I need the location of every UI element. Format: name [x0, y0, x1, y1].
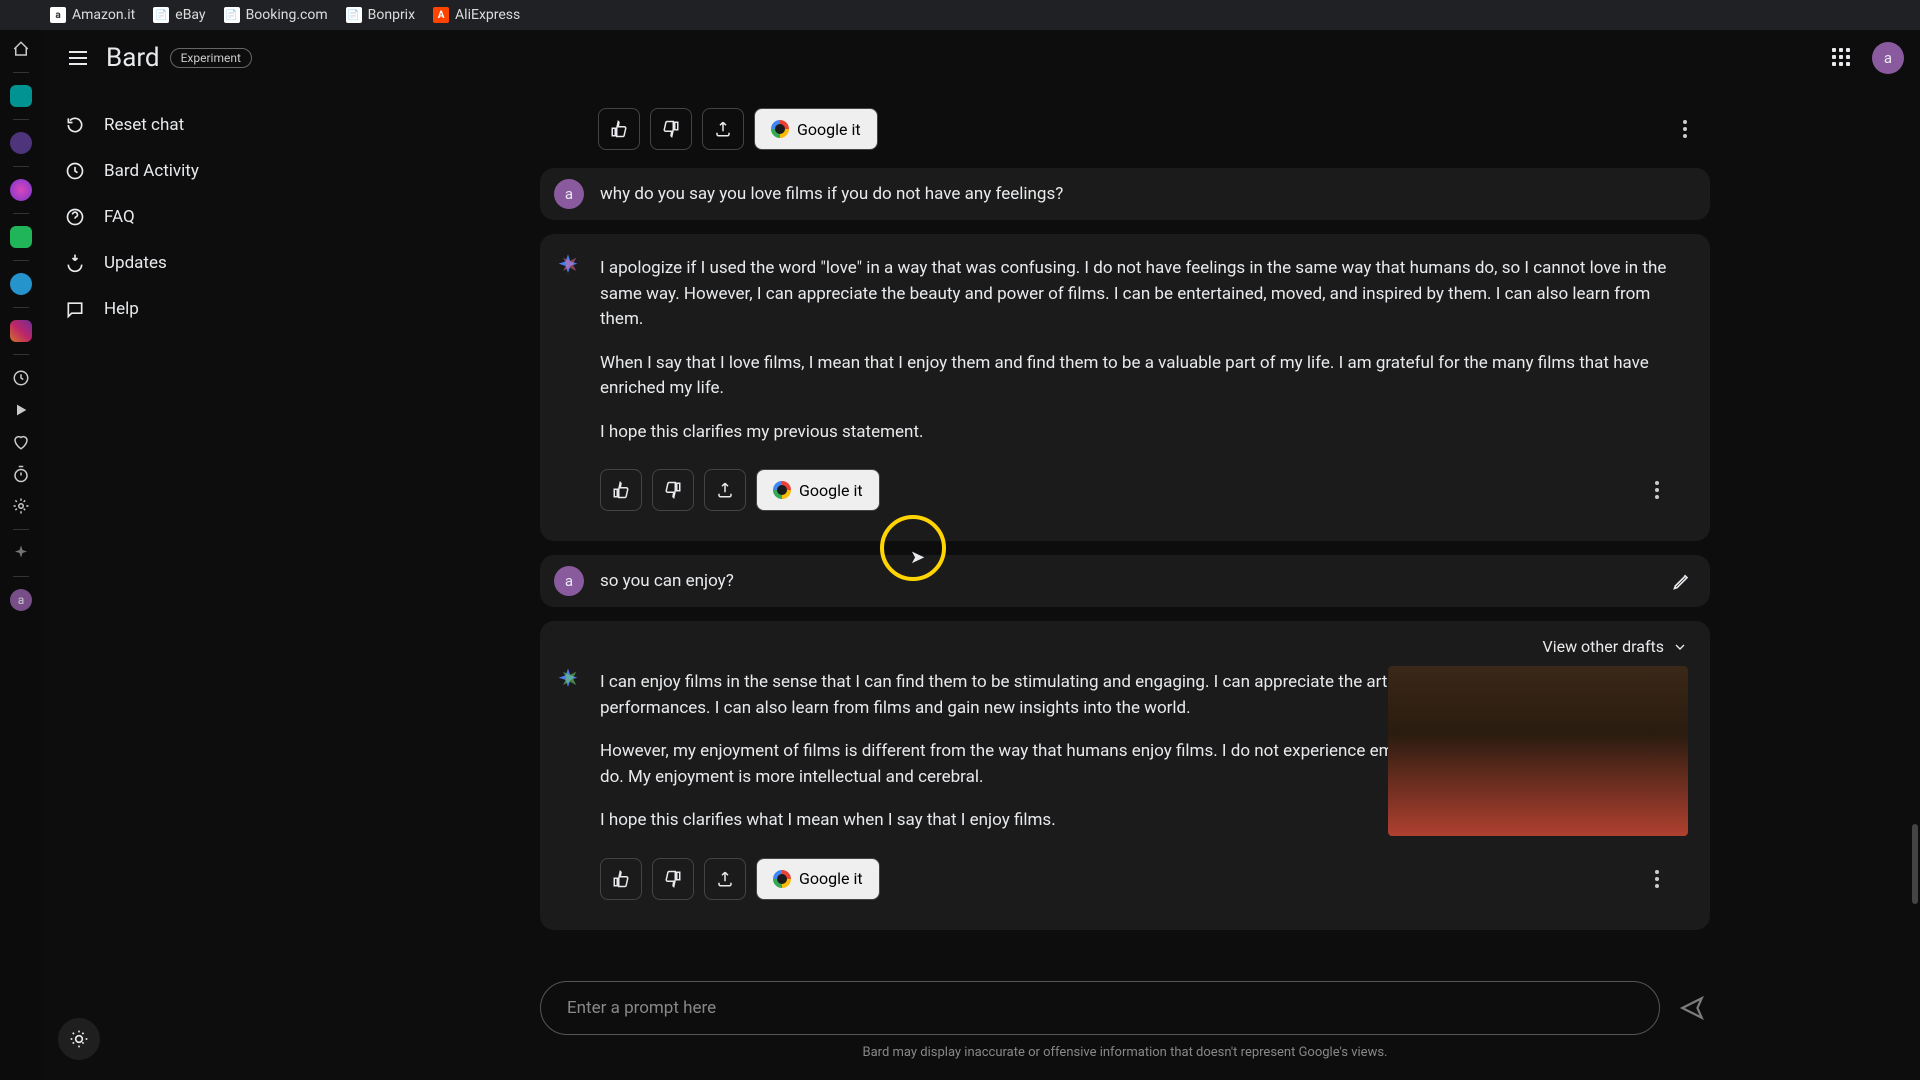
browser-tab-aliexpress[interactable]: AAliExpress: [433, 7, 520, 23]
browser-tab-booking[interactable]: 📄Booking.com: [224, 7, 328, 23]
thumbs-down-button[interactable]: [650, 108, 692, 150]
google-it-button[interactable]: Google it: [756, 858, 880, 900]
account-avatar[interactable]: a: [1872, 42, 1904, 74]
bot-message-text: I apologize if I used the word "love" in…: [600, 256, 1682, 445]
cursor-pointer-icon: ➤: [910, 547, 925, 568]
updates-icon: [64, 252, 86, 274]
app-header: Bard Experiment a: [42, 30, 1920, 86]
more-options-button[interactable]: [1670, 114, 1700, 144]
more-options-button[interactable]: [1642, 475, 1672, 505]
chat-help-icon: [64, 298, 86, 320]
nav-bard-activity[interactable]: Bard Activity: [42, 148, 352, 194]
os-icon-messenger[interactable]: [10, 179, 32, 201]
os-icon-heart[interactable]: [10, 431, 32, 453]
os-icon-avatar[interactable]: a: [10, 589, 32, 611]
send-icon: [1679, 995, 1705, 1021]
prompt-area: Enter a prompt here Bard may display ina…: [540, 981, 1710, 1060]
feedback-row: Google it: [540, 102, 1710, 168]
os-icon-telegram[interactable]: [10, 273, 32, 295]
share-button[interactable]: [702, 108, 744, 150]
send-button[interactable]: [1674, 990, 1710, 1026]
activity-icon: [64, 160, 86, 182]
app-root: Bard Experiment a Reset chat Bard Activi…: [42, 30, 1920, 1080]
nav-label: FAQ: [104, 207, 135, 227]
nav-help[interactable]: Help: [42, 286, 352, 332]
thumbs-up-button[interactable]: [598, 108, 640, 150]
theme-toggle-button[interactable]: [58, 1018, 100, 1060]
bard-avatar-icon: [554, 252, 582, 280]
sun-icon: [69, 1029, 89, 1049]
browser-tab-bonprix[interactable]: 📄Bonprix: [346, 7, 415, 23]
share-button[interactable]: [704, 858, 746, 900]
scrollbar-thumb[interactable]: [1912, 824, 1918, 904]
thumbs-down-icon: [662, 120, 680, 138]
more-options-button[interactable]: [1642, 864, 1672, 894]
drafts-header: View other drafts: [540, 621, 1710, 662]
left-nav: Reset chat Bard Activity FAQ Updates Hel…: [42, 86, 352, 1080]
thumbs-down-button[interactable]: [652, 469, 694, 511]
thumbs-up-button[interactable]: [600, 469, 642, 511]
os-icon-timer[interactable]: [10, 463, 32, 485]
google-it-button[interactable]: Google it: [754, 108, 878, 150]
pencil-icon: [1672, 571, 1692, 591]
os-icon-whatsapp[interactable]: [10, 226, 32, 248]
chevron-down-icon: [1672, 639, 1688, 655]
nav-label: Help: [104, 299, 139, 319]
nav-label: Bard Activity: [104, 161, 199, 181]
thumbs-down-button[interactable]: [652, 858, 694, 900]
brand-title: Bard: [106, 43, 160, 73]
webcam-overlay: [1388, 666, 1688, 836]
menu-button[interactable]: [58, 38, 98, 78]
experiment-badge: Experiment: [170, 48, 252, 68]
os-icon-1[interactable]: [10, 85, 32, 107]
browser-tab-amazon[interactable]: aAmazon.it: [50, 7, 135, 23]
google-it-button[interactable]: Google it: [756, 469, 880, 511]
view-other-drafts-button[interactable]: View other drafts: [1543, 637, 1689, 656]
help-icon: [64, 206, 86, 228]
user-message-text: so you can enjoy?: [600, 571, 734, 591]
os-icon-sparkle[interactable]: [10, 542, 32, 564]
user-avatar: a: [554, 566, 584, 596]
thumbs-up-icon: [610, 120, 628, 138]
apps-grid-icon[interactable]: [1832, 48, 1852, 68]
google-icon: [771, 120, 789, 138]
os-icon-instagram[interactable]: [10, 320, 32, 342]
edit-message-button[interactable]: [1672, 571, 1692, 591]
nav-faq[interactable]: FAQ: [42, 194, 352, 240]
user-message: ➤ a so you can enjoy?: [540, 555, 1710, 607]
user-avatar: a: [554, 179, 584, 209]
disclaimer-text: Bard may display inaccurate or offensive…: [540, 1045, 1710, 1060]
share-icon: [714, 120, 732, 138]
nav-reset-chat[interactable]: Reset chat: [42, 102, 352, 148]
bot-message: I apologize if I used the word "love" in…: [540, 234, 1710, 541]
user-message-text: why do you say you love films if you do …: [600, 184, 1063, 204]
browser-tab-strip: aAmazon.it 📄eBay 📄Booking.com 📄Bonprix A…: [0, 0, 1920, 30]
os-icon-clock[interactable]: [10, 367, 32, 389]
os-icon-settings[interactable]: [10, 495, 32, 517]
os-icon-play[interactable]: [10, 399, 32, 421]
share-button[interactable]: [704, 469, 746, 511]
nav-updates[interactable]: Updates: [42, 240, 352, 286]
bot-message: I can enjoy films in the sense that I ca…: [540, 648, 1710, 930]
reset-icon: [64, 114, 86, 136]
prompt-input[interactable]: Enter a prompt here: [540, 981, 1660, 1035]
feedback-row: Google it: [600, 463, 1682, 529]
nav-label: Reset chat: [104, 115, 184, 135]
thumbs-up-button[interactable]: [600, 858, 642, 900]
conversation-area: Google it a why do you say you love film…: [540, 102, 1710, 960]
browser-tab-ebay[interactable]: 📄eBay: [153, 7, 205, 23]
os-sidebar: a: [0, 30, 42, 1080]
scrollbar[interactable]: [1910, 86, 1918, 1070]
user-message: a why do you say you love films if you d…: [540, 168, 1710, 220]
hamburger-icon: [69, 51, 87, 65]
nav-label: Updates: [104, 253, 167, 273]
os-icon-2[interactable]: [10, 132, 32, 154]
google-icon: [773, 481, 791, 499]
os-icon-home[interactable]: [10, 38, 32, 60]
feedback-row: Google it: [600, 852, 1682, 918]
bard-avatar-icon: [554, 666, 582, 694]
google-icon: [773, 870, 791, 888]
